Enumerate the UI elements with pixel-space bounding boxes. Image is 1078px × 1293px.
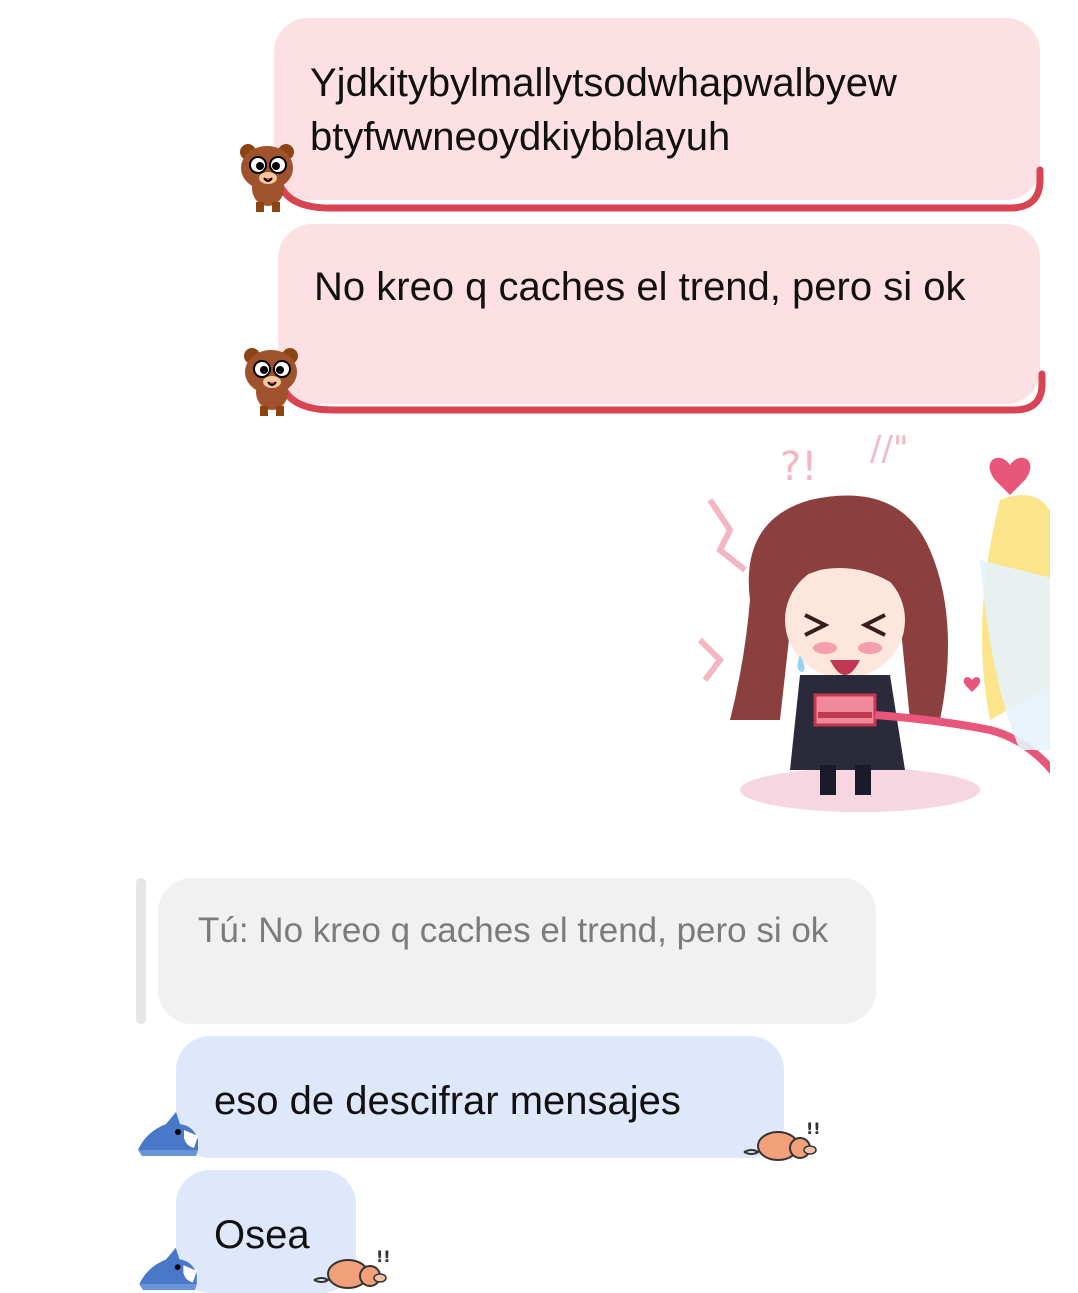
quoted-reply[interactable]: Tú: No kreo q caches el trend, pero si o…	[158, 878, 876, 1024]
pig-sticker-icon: !!	[743, 1119, 821, 1161]
reply-indicator-bar	[136, 878, 146, 1024]
message-text: Osea	[214, 1213, 310, 1257]
message-text: No kreo q caches el trend, pero si ok	[314, 265, 966, 309]
quoted-text: Tú: No kreo q caches el trend, pero si o…	[198, 911, 829, 950]
shark-sticker-icon	[138, 1112, 198, 1156]
anime-chibi-sticker[interactable]: ?! //"	[690, 420, 1050, 820]
svg-text:?!: ?!	[780, 444, 817, 490]
message-text: Yjdkitybylmallytsodwhapwalbyew btyfwwneo…	[310, 61, 897, 159]
pig-sticker-icon: !!	[313, 1247, 391, 1289]
shark-sticker-icon	[139, 1247, 197, 1291]
svg-text:!!: !!	[376, 1247, 391, 1266]
message-text: eso de descifrar mensajes	[214, 1079, 681, 1123]
svg-text:!!: !!	[806, 1119, 821, 1138]
bear-sticker-icon	[240, 144, 294, 212]
svg-text://": //"	[870, 429, 909, 469]
incoming-message-1[interactable]: eso de descifrar mensajes	[176, 1036, 784, 1158]
bear-sticker-icon	[244, 348, 298, 416]
bubble-underline	[280, 370, 1046, 414]
bubble-underline	[276, 166, 1044, 212]
